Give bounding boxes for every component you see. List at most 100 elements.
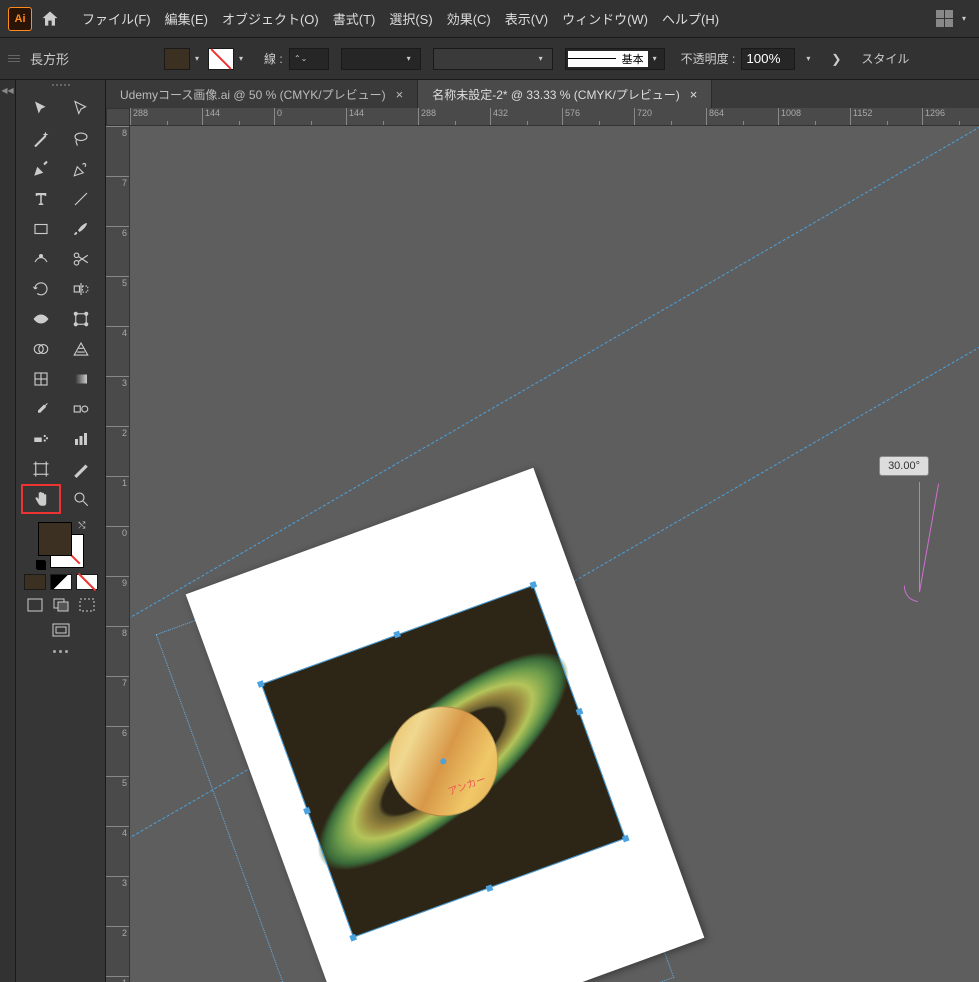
ruler-tick: 2	[106, 926, 129, 976]
ruler-tick: 4	[106, 826, 129, 876]
direct-selection-tool[interactable]	[61, 94, 101, 124]
document-tab[interactable]: 名称未設定-2* @ 33.33 % (CMYK/プレビュー) ×	[418, 80, 712, 108]
ruler-tick: 5	[106, 276, 129, 326]
menu-items: ファイル(F) 編集(E) オブジェクト(O) 書式(T) 選択(S) 効果(C…	[82, 9, 719, 28]
chevron-down-icon[interactable]: ▾	[234, 54, 248, 63]
scissors-tool[interactable]	[61, 244, 101, 274]
shape-builder-tool[interactable]	[21, 334, 61, 364]
chevron-down-icon[interactable]: ▾	[190, 54, 204, 63]
ruler-tick: 1	[106, 976, 129, 982]
panel-grip-icon[interactable]	[8, 47, 20, 71]
menu-edit[interactable]: 編集(E)	[165, 9, 208, 28]
swap-fill-stroke-icon[interactable]: ⤭	[78, 520, 85, 531]
tab-label: 名称未設定-2* @ 33.33 % (CMYK/プレビュー)	[432, 86, 680, 103]
ruler-tick: 1296	[922, 108, 979, 125]
pen-tool[interactable]	[21, 154, 61, 184]
color-mode-none[interactable]	[76, 574, 98, 590]
menu-effect[interactable]: 効果(C)	[447, 9, 491, 28]
menu-object[interactable]: オブジェクト(O)	[222, 9, 319, 28]
canvas[interactable]: アンカー 30.00°	[130, 126, 979, 982]
control-bar: 長方形 ▾ ▾ 線 : ⌃⌄ ▾ ▾ 基本 ▾ 不透明度 : ▾ ❯ スタイル	[0, 38, 979, 80]
brush-definition-dropdown[interactable]: 基本 ▾	[565, 48, 665, 70]
selection-type-label: 長方形	[30, 49, 150, 68]
draw-normal-icon[interactable]	[24, 596, 46, 614]
close-icon[interactable]: ×	[396, 87, 404, 102]
toolbar-collapse-strip[interactable]: ◀◀	[0, 80, 16, 982]
selection-handle[interactable]	[530, 581, 538, 589]
vertical-ruler[interactable]: 8 7 6 5 4 3 2 1 0 9 8 7 6 5 4 3 2 1	[106, 126, 130, 982]
panel-grip-icon[interactable]	[41, 84, 81, 90]
chevron-down-icon[interactable]: ▾	[801, 54, 815, 63]
selection-handle[interactable]	[622, 835, 630, 843]
chevron-down-icon[interactable]: ▾	[957, 14, 971, 23]
ruler-tick: 6	[106, 226, 129, 276]
menu-type[interactable]: 書式(T)	[333, 9, 376, 28]
document-tab[interactable]: Udemyコース画像.ai @ 50 % (CMYK/プレビュー) ×	[106, 80, 418, 108]
selection-tool[interactable]	[21, 94, 61, 124]
stroke-profile-dropdown[interactable]: ▾	[341, 48, 421, 70]
hand-tool[interactable]	[21, 484, 61, 514]
close-icon[interactable]: ×	[690, 87, 698, 102]
slice-tool[interactable]	[61, 454, 101, 484]
default-fill-stroke-icon[interactable]	[36, 560, 46, 570]
fill-color-swatch[interactable]	[38, 522, 72, 556]
workspace-switcher-icon[interactable]	[936, 10, 953, 27]
horizontal-ruler[interactable]: 288 144 0 144 288 432 576 720 864 1008 1…	[130, 108, 979, 126]
brush-dropdown[interactable]: ▾	[433, 48, 553, 70]
free-transform-tool[interactable]	[61, 304, 101, 334]
ruler-tick: 0	[106, 526, 129, 576]
reflect-tool[interactable]	[61, 274, 101, 304]
width-tool[interactable]	[21, 304, 61, 334]
menu-help[interactable]: ヘルプ(H)	[662, 9, 719, 28]
rectangle-tool[interactable]	[21, 214, 61, 244]
lasso-tool[interactable]	[61, 124, 101, 154]
paintbrush-tool[interactable]	[61, 214, 101, 244]
menu-file[interactable]: ファイル(F)	[82, 9, 151, 28]
rotate-tool[interactable]	[21, 274, 61, 304]
magic-wand-tool[interactable]	[21, 124, 61, 154]
stroke-weight-dropdown[interactable]: ⌃⌄	[289, 48, 329, 70]
style-label: スタイル	[861, 50, 909, 67]
blend-tool[interactable]	[61, 394, 101, 424]
stroke-swatch[interactable]	[208, 48, 234, 70]
selection-handle[interactable]	[576, 708, 584, 716]
ruler-tick: 7	[106, 176, 129, 226]
edit-toolbar-icon[interactable]	[53, 650, 68, 653]
menu-select[interactable]: 選択(S)	[389, 9, 432, 28]
type-tool[interactable]	[21, 184, 61, 214]
color-mode-solid[interactable]	[24, 574, 46, 590]
symbol-sprayer-tool[interactable]	[21, 424, 61, 454]
canvas-area: Udemyコース画像.ai @ 50 % (CMYK/プレビュー) × 名称未設…	[106, 80, 979, 982]
draw-inside-icon[interactable]	[76, 596, 98, 614]
artboard-tool[interactable]	[21, 454, 61, 484]
ruler-tick: 288	[418, 108, 490, 125]
ruler-tick: 5	[106, 776, 129, 826]
curvature-tool[interactable]	[61, 154, 101, 184]
color-mode-gradient[interactable]	[50, 574, 72, 590]
home-icon[interactable]	[40, 9, 60, 29]
ruler-tick: 288	[130, 108, 202, 125]
opacity-input[interactable]	[741, 48, 795, 70]
screen-mode-button[interactable]	[39, 620, 83, 640]
ruler-tick: 432	[490, 108, 562, 125]
fill-swatch[interactable]	[164, 48, 190, 70]
draw-behind-icon[interactable]	[50, 596, 72, 614]
zoom-tool[interactable]	[61, 484, 101, 514]
draw-mode-row	[24, 596, 98, 614]
menu-window[interactable]: ウィンドウ(W)	[562, 9, 648, 28]
perspective-tool[interactable]	[61, 334, 101, 364]
tab-label: Udemyコース画像.ai @ 50 % (CMYK/プレビュー)	[120, 86, 386, 103]
gradient-tool[interactable]	[61, 364, 101, 394]
fill-stroke-indicator[interactable]: ⤭	[36, 520, 86, 570]
line-tool[interactable]	[61, 184, 101, 214]
ruler-tick: 720	[634, 108, 706, 125]
more-arrow-icon[interactable]: ❯	[827, 52, 845, 66]
mesh-tool[interactable]	[21, 364, 61, 394]
shaper-tool[interactable]	[21, 244, 61, 274]
menu-view[interactable]: 表示(V)	[505, 9, 548, 28]
ruler-origin[interactable]	[106, 108, 130, 126]
angle-badge: 30.00°	[879, 456, 929, 476]
column-graph-tool[interactable]	[61, 424, 101, 454]
eyedropper-tool[interactable]	[21, 394, 61, 424]
opacity-label: 不透明度 :	[681, 50, 736, 67]
